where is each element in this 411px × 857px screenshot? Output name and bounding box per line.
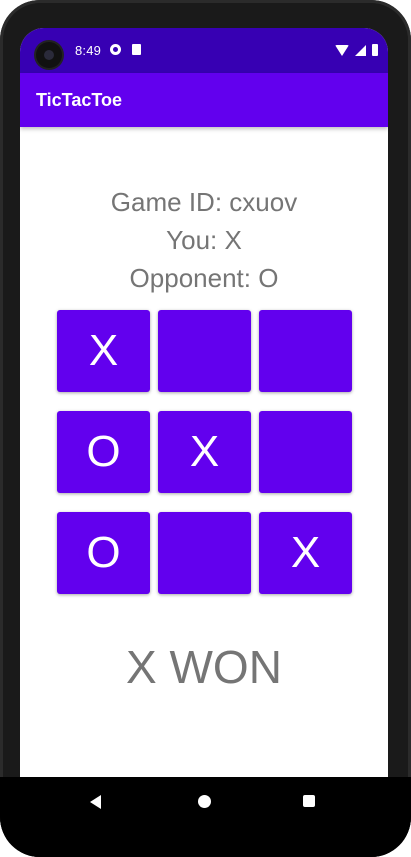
status-time: 8:49 [75, 43, 102, 58]
board-cell-7[interactable] [158, 512, 251, 594]
wifi-icon [335, 44, 349, 56]
board-cell-2[interactable] [259, 310, 352, 392]
board-cell-3[interactable]: O [57, 411, 150, 493]
signal-icon [355, 44, 366, 56]
status-bar: 8:49 [20, 28, 388, 73]
recents-icon[interactable] [303, 795, 315, 807]
board-cell-0[interactable]: X [57, 310, 150, 392]
board-cell-6[interactable]: O [57, 512, 150, 594]
data-saver-icon [110, 44, 121, 55]
screen: 8:49 TicTacToe Game ID: cxuov You: X Opp… [20, 28, 388, 833]
board-cell-1[interactable] [158, 310, 251, 392]
board-cell-8[interactable]: X [259, 512, 352, 594]
app-title: TicTacToe [36, 90, 123, 110]
camera-icon [36, 42, 62, 68]
status-icons [335, 43, 378, 57]
home-icon[interactable] [198, 795, 211, 808]
board-cell-5[interactable] [259, 411, 352, 493]
game-result-text: X WON [126, 641, 282, 693]
battery-icon [372, 44, 378, 56]
navigation-bar [0, 777, 411, 857]
game-id-text: Game ID: cxuov [110, 187, 298, 217]
game-board: X O X O X [57, 310, 352, 594]
player-symbol-text: You: X [166, 225, 242, 255]
sd-card-icon [132, 44, 141, 55]
board-cell-4[interactable]: X [158, 411, 251, 493]
back-icon[interactable] [90, 795, 101, 809]
app-bar: TicTacToe [20, 73, 388, 127]
opponent-symbol-text: Opponent: O [129, 263, 279, 293]
